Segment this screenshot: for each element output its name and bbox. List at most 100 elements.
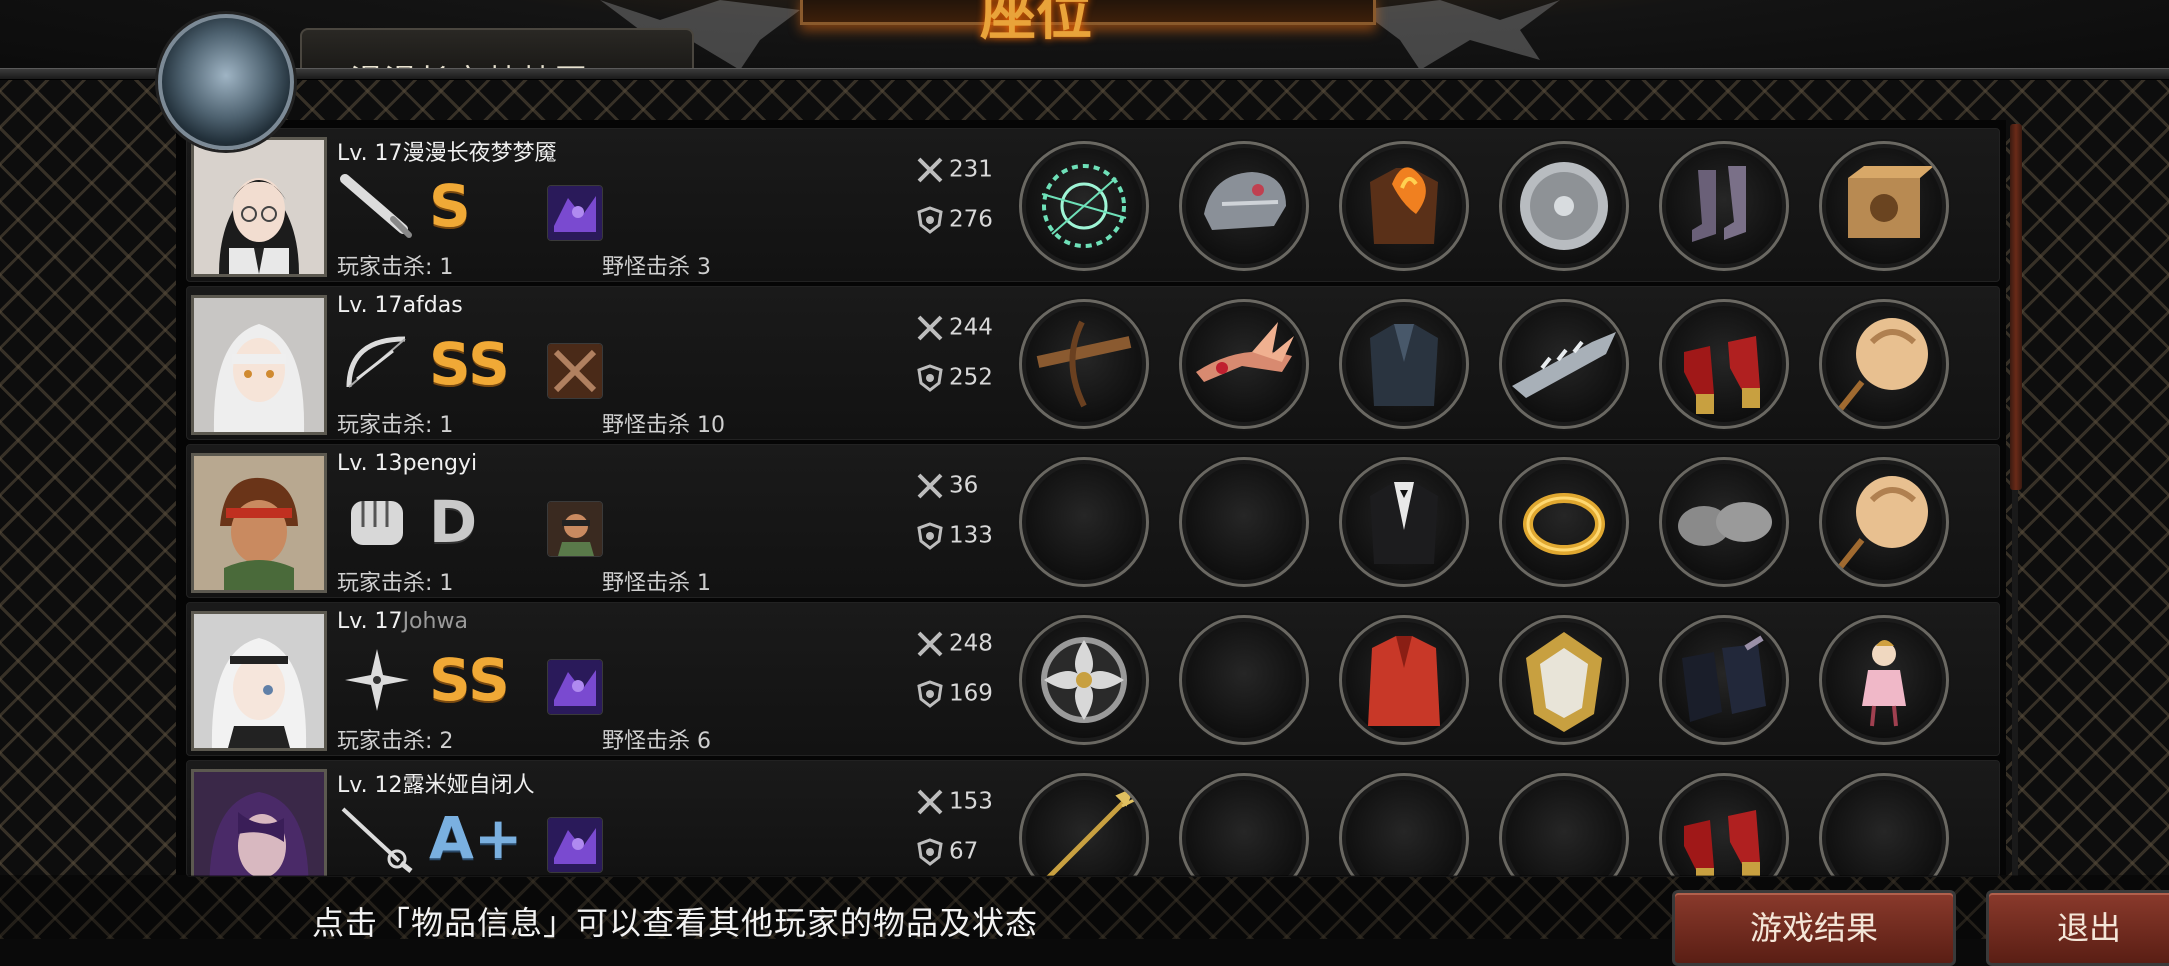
avatar[interactable] xyxy=(191,453,327,593)
avatar[interactable] xyxy=(191,769,327,876)
player-level: Lv. 13 xyxy=(337,451,403,476)
equipment-slot-leg[interactable] xyxy=(1659,141,1789,271)
shuriken-icon xyxy=(345,649,409,711)
player-row[interactable]: Lv. 13pengyi D 玩家击杀: 1 野怪击杀 1 36 133 xyxy=(186,444,2000,598)
defense-icon xyxy=(917,680,943,708)
rapier-icon xyxy=(341,807,413,873)
equipment-slot-leg[interactable] xyxy=(1659,773,1789,876)
player-level: Lv. 12 xyxy=(337,773,403,798)
equipment-slot-arm[interactable] xyxy=(1499,299,1629,429)
equipment-slot-chest[interactable] xyxy=(1339,299,1469,429)
equipment-slot-accessory-empty[interactable] xyxy=(1819,773,1949,876)
player-kill-count: 玩家击杀: 1 xyxy=(337,255,454,280)
grade-badge: A+ xyxy=(429,804,523,872)
page-title: 座位 xyxy=(980,0,1092,48)
player-kill-count: 玩家击杀: 2 xyxy=(337,729,454,754)
grade-badge: S xyxy=(429,172,471,240)
player-name: pengyi xyxy=(402,451,478,476)
equipment-slot-leg[interactable] xyxy=(1659,615,1789,745)
player-row[interactable]: Lv. 17afdas SS 玩家击杀: 1 野怪击杀 10 244 252 xyxy=(186,286,2000,440)
equipment-slot-arm[interactable] xyxy=(1499,615,1629,745)
defense-value: 67 xyxy=(949,838,979,865)
equipment-slot-weapon[interactable] xyxy=(1019,141,1149,271)
player-kill-count: 玩家击杀: 1 xyxy=(337,413,454,438)
game-result-button[interactable]: 游戏结果 xyxy=(1672,890,1956,966)
equipment-slot-arm[interactable] xyxy=(1499,141,1629,271)
grade-badge: SS xyxy=(429,330,510,398)
equipment-slot-head-empty[interactable] xyxy=(1179,457,1309,587)
equipment-slot-head-empty[interactable] xyxy=(1179,615,1309,745)
equipment-slot-weapon[interactable] xyxy=(1019,773,1149,876)
equipment-slot-accessory[interactable] xyxy=(1819,299,1949,429)
equipment-slot-head-empty[interactable] xyxy=(1179,773,1309,876)
hint-text: 点击「物品信息」可以查看其他玩家的物品及状态 xyxy=(312,904,1039,942)
player-emblem-icon xyxy=(158,14,294,150)
equipment-slot-accessory[interactable] xyxy=(1819,615,1949,745)
equipment-slot-chest[interactable] xyxy=(1339,457,1469,587)
equipment-slot-chest[interactable] xyxy=(1339,141,1469,271)
portrait-skill-icon[interactable] xyxy=(547,501,603,557)
player-row[interactable]: Lv. 12露米娅自闭人 A+ 153 67 xyxy=(186,760,2000,877)
attack-value: 248 xyxy=(949,630,993,657)
avatar[interactable] xyxy=(191,295,327,435)
defense-value: 133 xyxy=(949,522,993,549)
player-row[interactable]: Lv. 17漫漫长夜梦梦魇 S 玩家击杀: 1 野怪击杀 3 231 276 xyxy=(186,128,2000,282)
exit-button[interactable]: 退出 xyxy=(1986,890,2169,966)
defense-icon xyxy=(917,838,943,866)
equipment-slot-weapon[interactable] xyxy=(1019,299,1149,429)
equipment-slot-chest-empty[interactable] xyxy=(1339,773,1469,876)
player-name: 漫漫长夜梦梦魇 xyxy=(402,141,557,166)
grade-badge: D xyxy=(429,488,478,556)
player-kill-count: 玩家击杀: 1 xyxy=(337,571,454,596)
player-name: Johwa xyxy=(402,609,468,634)
monster-kill-count: 野怪击杀 3 xyxy=(602,255,711,280)
attack-icon xyxy=(917,789,943,815)
grade-badge: SS xyxy=(429,646,510,714)
equipment-slot-head[interactable] xyxy=(1179,299,1309,429)
player-row[interactable]: Lv. 17Johwa SS 玩家击杀: 2 野怪击杀 6 248 169 xyxy=(186,602,2000,756)
bow-icon xyxy=(346,336,406,388)
player-level: Lv. 17 xyxy=(337,609,403,634)
defense-icon xyxy=(917,522,943,550)
attack-icon xyxy=(917,631,943,657)
player-level: Lv. 17 xyxy=(337,141,403,166)
fist-icon xyxy=(351,501,403,545)
avatar[interactable] xyxy=(191,611,327,751)
equipment-slot-chest[interactable] xyxy=(1339,615,1469,745)
attack-value: 231 xyxy=(949,156,993,183)
scrollbar-thumb[interactable] xyxy=(2010,124,2022,490)
top-divider xyxy=(0,68,2169,80)
avatar[interactable] xyxy=(191,137,327,277)
equipment-slot-arm-empty[interactable] xyxy=(1499,773,1629,876)
attack-icon xyxy=(917,157,943,183)
equipment-slot-accessory[interactable] xyxy=(1819,457,1949,587)
purple-beast-skill-icon[interactable] xyxy=(547,817,603,873)
defense-value: 169 xyxy=(949,680,993,707)
purple-beast-skill-icon[interactable] xyxy=(547,659,603,715)
player-name: 露米娅自闭人 xyxy=(402,773,535,798)
attack-icon xyxy=(917,473,943,499)
defense-value: 252 xyxy=(949,364,993,391)
equipment-slot-arm[interactable] xyxy=(1499,457,1629,587)
equipment-slot-leg[interactable] xyxy=(1659,299,1789,429)
attack-value: 244 xyxy=(949,314,993,341)
equipment-slot-leg[interactable] xyxy=(1659,457,1789,587)
equipment-slot-head[interactable] xyxy=(1179,141,1309,271)
monster-kill-count: 野怪击杀 10 xyxy=(602,413,725,438)
equipment-slot-weapon[interactable] xyxy=(1019,615,1149,745)
attack-icon xyxy=(917,315,943,341)
equipment-slot-accessory[interactable] xyxy=(1819,141,1949,271)
purple-beast-skill-icon[interactable] xyxy=(547,185,603,241)
defense-icon xyxy=(917,206,943,234)
defense-icon xyxy=(917,364,943,392)
equipment-slot-weapon-empty[interactable] xyxy=(1019,457,1149,587)
wing-ornament-right xyxy=(1360,0,1560,70)
player-level: Lv. 17 xyxy=(337,293,403,318)
attack-value: 153 xyxy=(949,788,993,815)
player-name: afdas xyxy=(402,293,463,318)
monster-kill-count: 野怪击杀 1 xyxy=(602,571,711,596)
top-banner: 座位 漫漫长夜梦梦魇 xyxy=(0,0,2169,80)
defense-value: 276 xyxy=(949,206,993,233)
attack-value: 36 xyxy=(949,472,979,499)
crossed-blades-skill-icon[interactable] xyxy=(547,343,603,399)
